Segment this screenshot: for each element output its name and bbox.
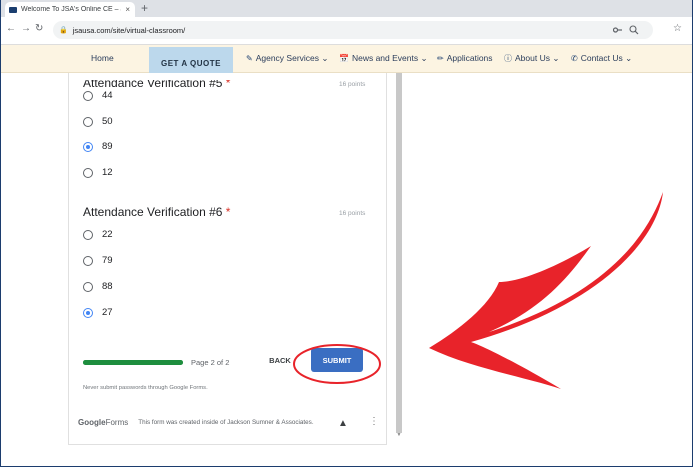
radio-button[interactable] [83, 167, 93, 178]
url-input[interactable]: 🔒 jsausa.com/site/virtual-classroom/ [53, 21, 653, 39]
nav-applications[interactable]: ✏ Applications [437, 53, 493, 63]
pencil-icon: ✏ [437, 54, 444, 63]
nav-news-events-label: News and Events [351, 53, 419, 63]
nav-contact-us-label: Contact Us [580, 53, 623, 63]
url-text: jsausa.com/site/virtual-classroom/ [72, 25, 186, 35]
tab-close-icon[interactable]: × [125, 5, 130, 14]
form-progress-fill [83, 360, 183, 365]
report-abuse-icon[interactable]: ▲ [338, 418, 348, 429]
nav-agency-services-label: Agency Services [255, 53, 320, 63]
form-scrollbar[interactable] [396, 73, 402, 433]
q5-option-label: 89 [102, 141, 113, 152]
get-a-quote-button[interactable]: GET A QUOTE [149, 47, 233, 73]
nav-agency-services[interactable]: ✎ Agency Services ⌄ [246, 53, 329, 64]
bookmark-star-icon[interactable]: ☆ [673, 23, 682, 34]
question-5-points: 16 points [339, 81, 366, 88]
required-mark: * [225, 205, 231, 219]
radio-button-checked[interactable] [83, 141, 93, 152]
site-navigation: Home GET A QUOTE ✎ Agency Services ⌄ 📅 New… [1, 45, 692, 73]
radio-button[interactable] [83, 229, 93, 240]
radio-button[interactable] [83, 116, 93, 127]
q6-option-label: 22 [102, 229, 113, 240]
forward-arrow-icon[interactable]: → [21, 23, 31, 34]
google-forms-logo-bold: Google [78, 418, 106, 427]
nav-about-us[interactable]: ⓘ About Us ⌄ [504, 53, 559, 64]
q6-option-selected[interactable]: 27 [83, 307, 113, 318]
form-progress-bar [83, 360, 183, 365]
q5-option-label: 12 [102, 167, 113, 178]
q6-option-label: 88 [102, 281, 113, 292]
q5-option[interactable]: 12 [83, 167, 113, 178]
browser-tab[interactable]: Welcome To JSA's Online CE – Jo × [5, 2, 135, 17]
question-6-title: Attendance Verification #6 * [83, 205, 230, 219]
question-6-points: 16 points [339, 210, 366, 217]
browser-tab-bar: Welcome To JSA's Online CE – Jo × + [1, 0, 692, 17]
zoom-icon[interactable] [629, 25, 639, 35]
password-warning: Never submit passwords through Google Fo… [83, 385, 208, 391]
scroll-down-icon[interactable]: ▼ [396, 432, 402, 440]
screenshot-frame: Welcome To JSA's Online CE – Jo × + ← → … [0, 0, 693, 467]
google-forms-logo[interactable]: GoogleForms [78, 418, 128, 427]
q6-option[interactable]: 88 [83, 281, 113, 292]
form-footer: GoogleForms This form was created inside… [78, 418, 314, 427]
new-tab-button[interactable]: + [141, 1, 148, 15]
q5-option-selected[interactable]: 89 [83, 141, 113, 152]
tab-title: Welcome To JSA's Online CE – Jo [21, 6, 122, 13]
radio-button-checked[interactable] [83, 307, 93, 318]
submit-button[interactable]: SUBMIT [311, 348, 363, 372]
q6-option-label: 79 [102, 255, 113, 266]
key-icon[interactable] [613, 27, 622, 33]
back-arrow-icon[interactable]: ← [6, 23, 16, 34]
q5-option-label: 44 [102, 90, 113, 101]
nav-about-us-label: About Us [515, 53, 550, 63]
pen-icon: ✎ [246, 54, 253, 63]
radio-button[interactable] [83, 90, 93, 101]
q6-option[interactable]: 79 [83, 255, 113, 266]
back-button[interactable]: BACK [254, 349, 306, 371]
calendar-icon: 📅 [339, 54, 349, 63]
question-6-title-text: Attendance Verification #6 [83, 205, 223, 219]
nav-contact-us[interactable]: ✆ Contact Us ⌄ [571, 53, 632, 64]
radio-button[interactable] [83, 281, 93, 292]
footer-text: This form was created inside of Jackson … [138, 419, 314, 426]
q6-option-label: 27 [102, 307, 113, 318]
reload-icon[interactable]: ↻ [35, 23, 43, 34]
q5-option-label: 50 [102, 116, 113, 127]
nav-home[interactable]: Home [91, 53, 114, 63]
nav-applications-label: Applications [446, 53, 493, 63]
q6-option[interactable]: 22 [83, 229, 113, 240]
google-forms-logo-rest: Forms [105, 418, 129, 427]
q5-option[interactable]: 50 [83, 116, 113, 127]
annotation-arrow [429, 192, 663, 389]
browser-address-bar: ← → ↻ 🔒 jsausa.com/site/virtual-classroo… [1, 17, 692, 45]
page-indicator: Page 2 of 2 [191, 358, 230, 367]
q5-option[interactable]: 44 [83, 90, 113, 101]
nav-news-events[interactable]: 📅 News and Events ⌄ [339, 53, 428, 64]
lock-icon: 🔒 [59, 27, 68, 34]
more-options-icon[interactable]: ⋮ [369, 416, 379, 427]
phone-icon: ✆ [571, 54, 578, 63]
info-icon: ⓘ [504, 54, 512, 63]
site-favicon-icon [9, 6, 17, 13]
radio-button[interactable] [83, 255, 93, 266]
